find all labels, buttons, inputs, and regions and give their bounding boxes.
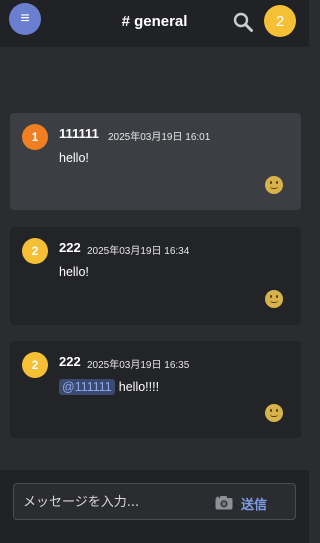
- smile-emoji-icon[interactable]: [265, 176, 283, 194]
- message-text-content: hello!!!!: [118, 380, 160, 394]
- message-item[interactable]: 1 111111 2025年03月19日 16:01 hello!: [10, 113, 301, 210]
- avatar[interactable]: 2: [22, 352, 48, 378]
- avatar[interactable]: 1: [22, 124, 48, 150]
- composer-bar: 送信: [0, 470, 309, 543]
- message-timestamp: 2025年03月19日 16:34: [87, 246, 190, 257]
- top-bar: ≡ # general 2: [0, 0, 309, 47]
- message-text: hello!: [59, 151, 89, 165]
- message-item[interactable]: 2 222 2025年03月19日 16:35 @111111 hello!!!!: [10, 341, 301, 438]
- message-timestamp: 2025年03月19日 16:01: [108, 132, 211, 143]
- channel-title: # general: [121, 13, 188, 30]
- camera-icon[interactable]: [215, 495, 233, 510]
- message-list: 1 111111 2025年03月19日 16:01 hello! 2 222 …: [0, 47, 309, 470]
- message-input[interactable]: [23, 492, 213, 512]
- message-username[interactable]: 222: [59, 240, 81, 255]
- send-button[interactable]: 送信: [241, 494, 267, 513]
- smile-emoji-icon[interactable]: [265, 404, 283, 422]
- user-mention[interactable]: @111111: [59, 379, 115, 395]
- search-icon[interactable]: [232, 11, 254, 33]
- message-text: @111111 hello!!!!: [59, 379, 159, 395]
- message-text: hello!: [59, 265, 89, 279]
- composer: 送信: [13, 483, 296, 520]
- current-user-avatar[interactable]: 2: [264, 5, 296, 37]
- message-item[interactable]: 2 222 2025年03月19日 16:34 hello!: [10, 227, 301, 325]
- avatar[interactable]: 2: [22, 238, 48, 264]
- smile-emoji-icon[interactable]: [265, 290, 283, 308]
- message-username[interactable]: 222: [59, 354, 81, 369]
- message-username[interactable]: 111111: [59, 126, 99, 141]
- message-timestamp: 2025年03月19日 16:35: [87, 360, 190, 371]
